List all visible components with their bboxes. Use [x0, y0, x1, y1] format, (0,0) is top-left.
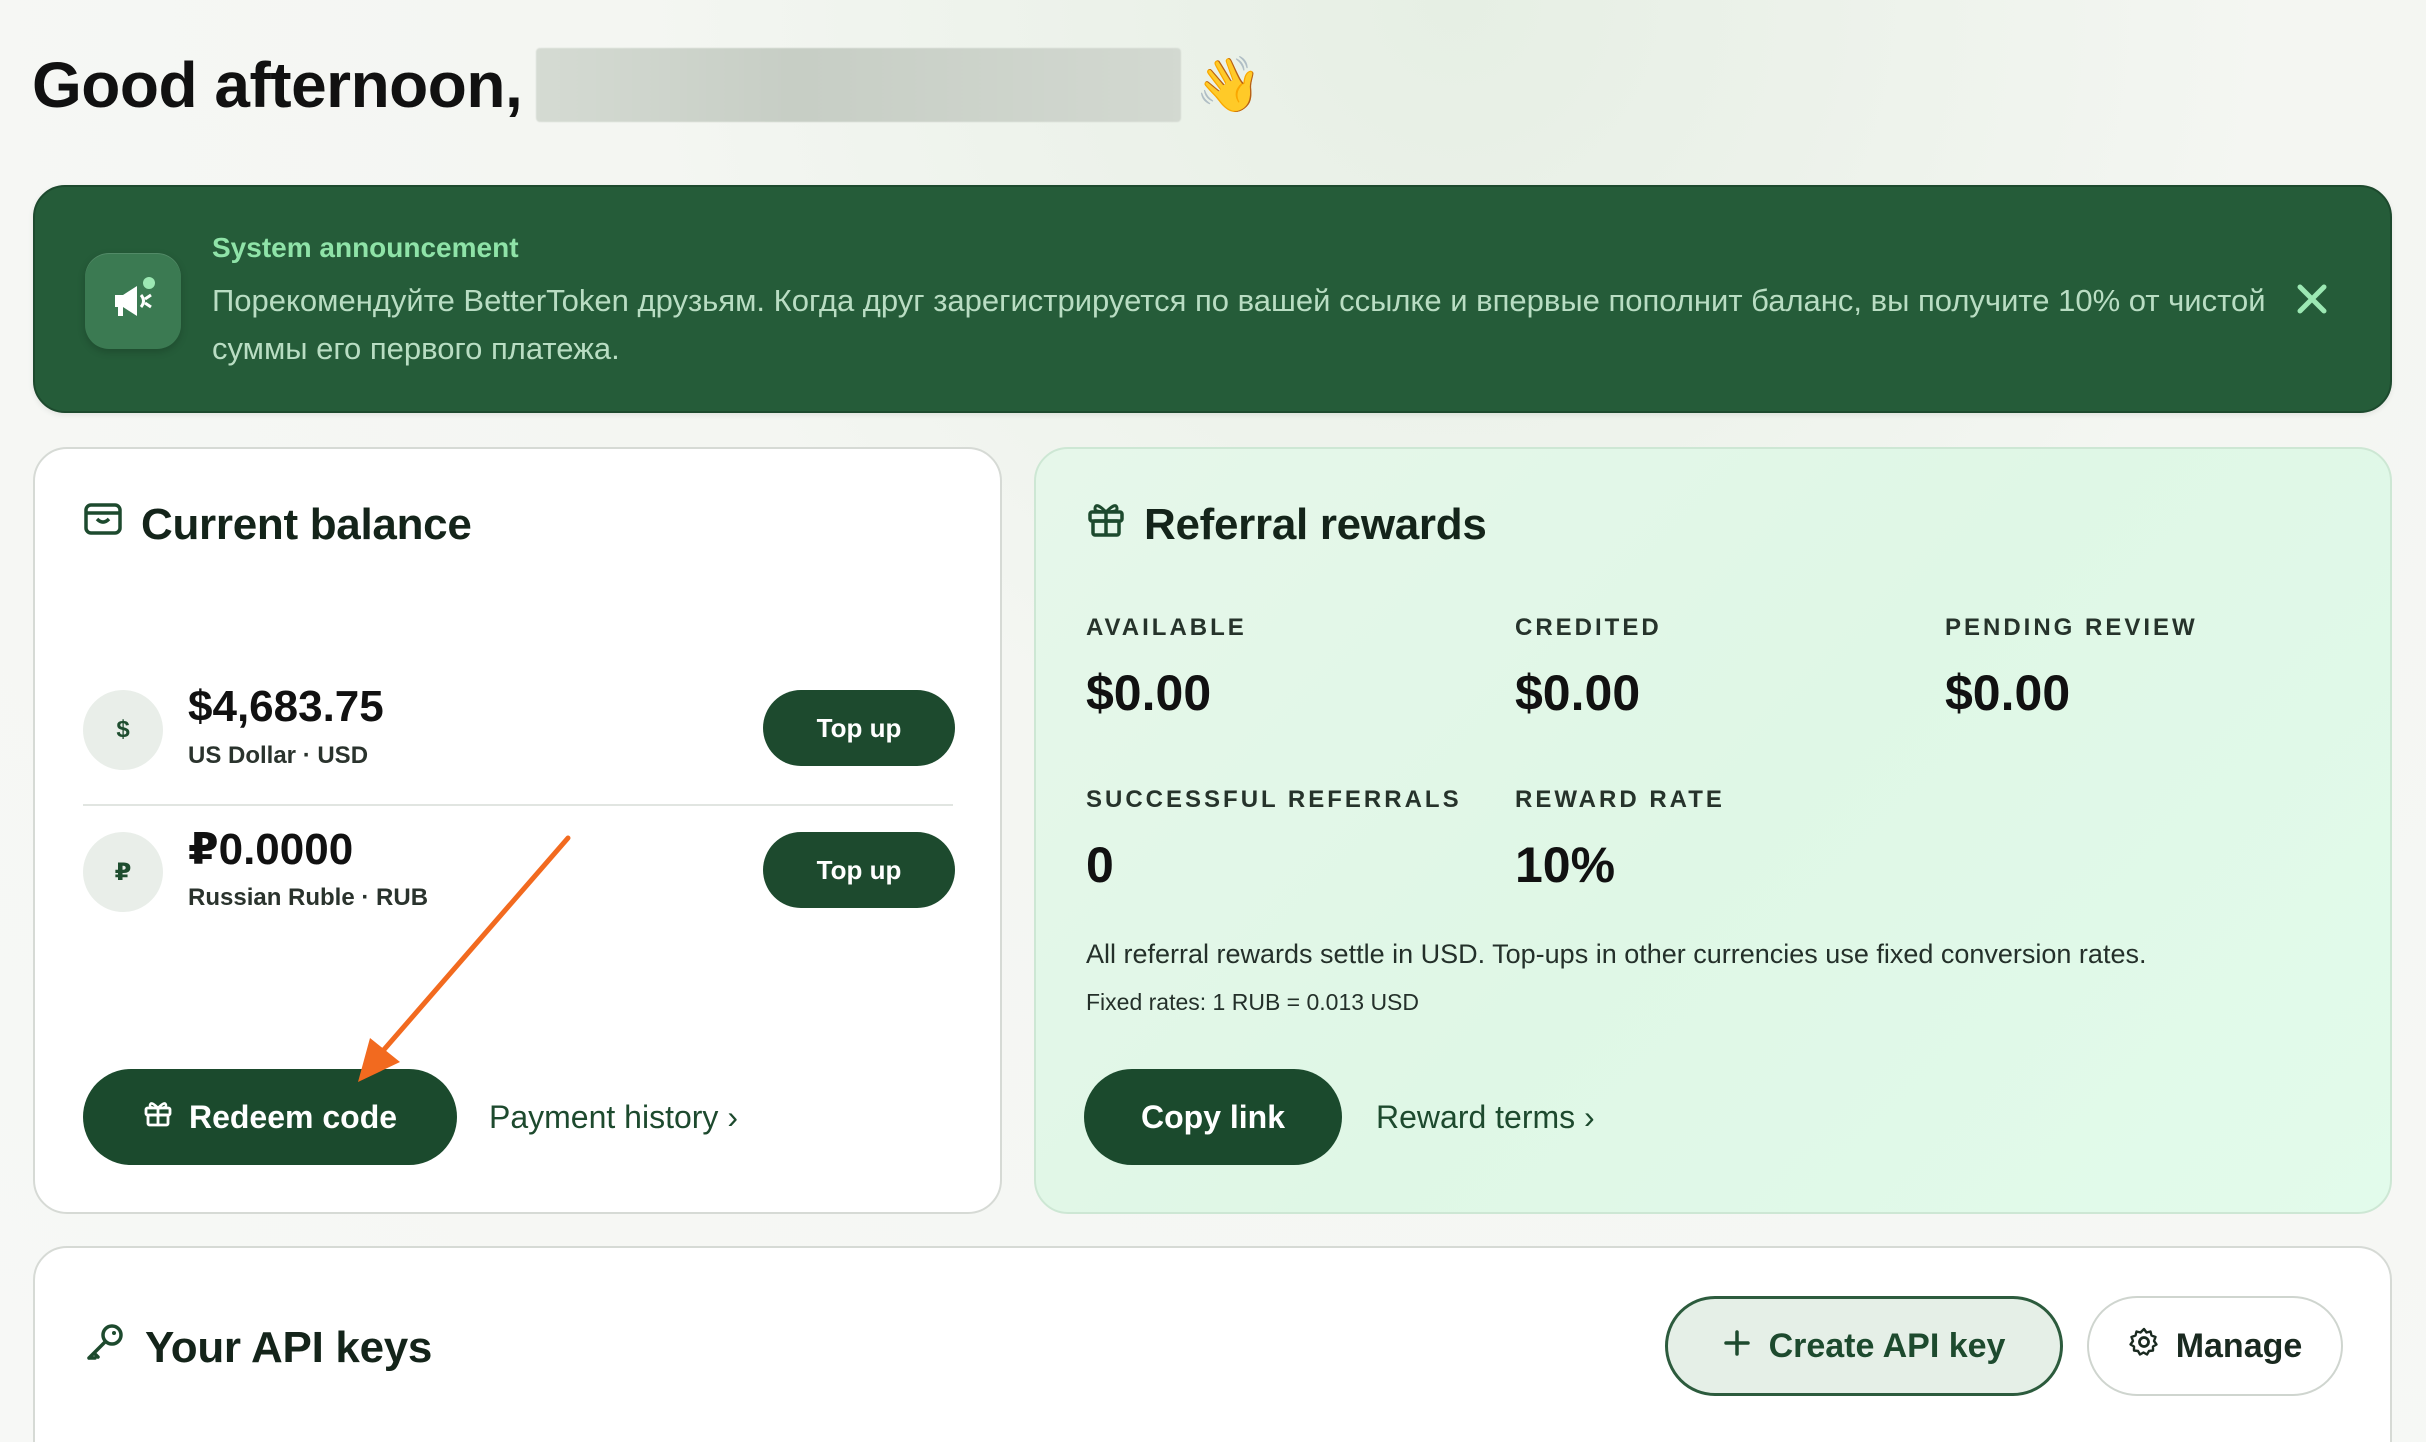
key-icon: [83, 1320, 127, 1375]
create-api-key-label: Create API key: [1768, 1326, 2006, 1365]
manage-api-keys-button[interactable]: Manage: [2087, 1296, 2343, 1396]
announcement-message: Порекомендуйте BetterToken друзьям. Когд…: [212, 283, 2266, 366]
manage-label: Manage: [2175, 1326, 2303, 1365]
stat-successful-referrals: SUCCESSFUL REFERRALS 0: [1086, 786, 1462, 894]
system-announcement-banner: System announcement Порекомендуйте Bette…: [33, 185, 2392, 413]
api-keys-header: Your API keys: [83, 1320, 432, 1375]
stat-label: REWARD RATE: [1515, 786, 1725, 813]
stat-value: 0: [1086, 837, 1114, 893]
balance-row-usd: $ $4,683.75 US Dollar · USD Top up: [83, 682, 955, 782]
fixed-rates-text: Fixed rates: 1 RUB = 0.013 USD: [1086, 989, 1420, 1015]
referral-rewards-card: Referral rewards AVAILABLE $0.00 CREDITE…: [1034, 447, 2392, 1214]
dollar-icon: $: [83, 690, 163, 770]
stat-value: $0.00: [1515, 665, 1641, 721]
greeting-text: Good afternoon,: [32, 49, 523, 121]
gift-icon: [1086, 499, 1126, 550]
stat-value: 10%: [1515, 837, 1616, 893]
top-up-usd-button[interactable]: Top up: [763, 690, 955, 766]
rub-amount: ₽0.0000: [188, 825, 354, 874]
usd-currency-label: US Dollar · USD: [188, 742, 369, 769]
stat-credited: CREDITED $0.00: [1515, 614, 1662, 722]
dashboard-page: Good afternoon, 👋 System announcement По…: [0, 0, 2426, 1442]
referral-settlement-note: All referral rewards settle in USD. Top-…: [1086, 939, 2147, 969]
megaphone-icon: [85, 253, 181, 349]
redeem-code-label: Redeem code: [188, 1098, 398, 1135]
wallet-icon: [83, 499, 123, 550]
stat-label: PENDING REVIEW: [1945, 614, 2198, 641]
create-api-key-button[interactable]: Create API key: [1665, 1296, 2063, 1396]
close-icon[interactable]: [2292, 279, 2332, 319]
payment-history-link[interactable]: Payment history ›: [489, 1099, 738, 1136]
plus-icon: [1723, 1327, 1751, 1366]
wave-emoji: 👋: [1195, 55, 1263, 115]
stat-pending-review: PENDING REVIEW $0.00: [1945, 614, 2198, 722]
api-keys-title: Your API keys: [145, 1322, 433, 1372]
usd-amount: $4,683.75: [188, 682, 384, 731]
stat-reward-rate: REWARD RATE 10%: [1515, 786, 1725, 894]
stat-label: SUCCESSFUL REFERRALS: [1086, 786, 1462, 813]
balance-divider: [83, 804, 953, 806]
gear-icon: [2128, 1326, 2160, 1367]
balance-card-header: Current balance: [83, 499, 472, 550]
reward-terms-link[interactable]: Reward terms ›: [1376, 1099, 1595, 1136]
greeting-header: Good afternoon, 👋: [32, 40, 1262, 130]
copy-link-button[interactable]: Copy link: [1084, 1069, 1342, 1165]
announcement-title: System announcement: [212, 232, 519, 263]
annotation-arrow: [358, 835, 571, 1082]
stat-available: AVAILABLE $0.00: [1086, 614, 1247, 722]
stat-value: $0.00: [1945, 665, 2071, 721]
gift-icon: [143, 1098, 173, 1136]
stat-label: AVAILABLE: [1086, 614, 1247, 641]
referral-card-header: Referral rewards: [1086, 499, 1487, 550]
api-keys-card: Your API keys Create API key Manage: [33, 1246, 2392, 1442]
stat-value: $0.00: [1086, 665, 1212, 721]
stat-label: CREDITED: [1515, 614, 1662, 641]
top-up-rub-button[interactable]: Top up: [763, 832, 955, 908]
balance-card-title: Current balance: [141, 499, 472, 549]
ruble-icon: ₽: [83, 832, 163, 912]
referral-card-title: Referral rewards: [1144, 499, 1487, 549]
redacted-user-name: [536, 48, 1182, 122]
